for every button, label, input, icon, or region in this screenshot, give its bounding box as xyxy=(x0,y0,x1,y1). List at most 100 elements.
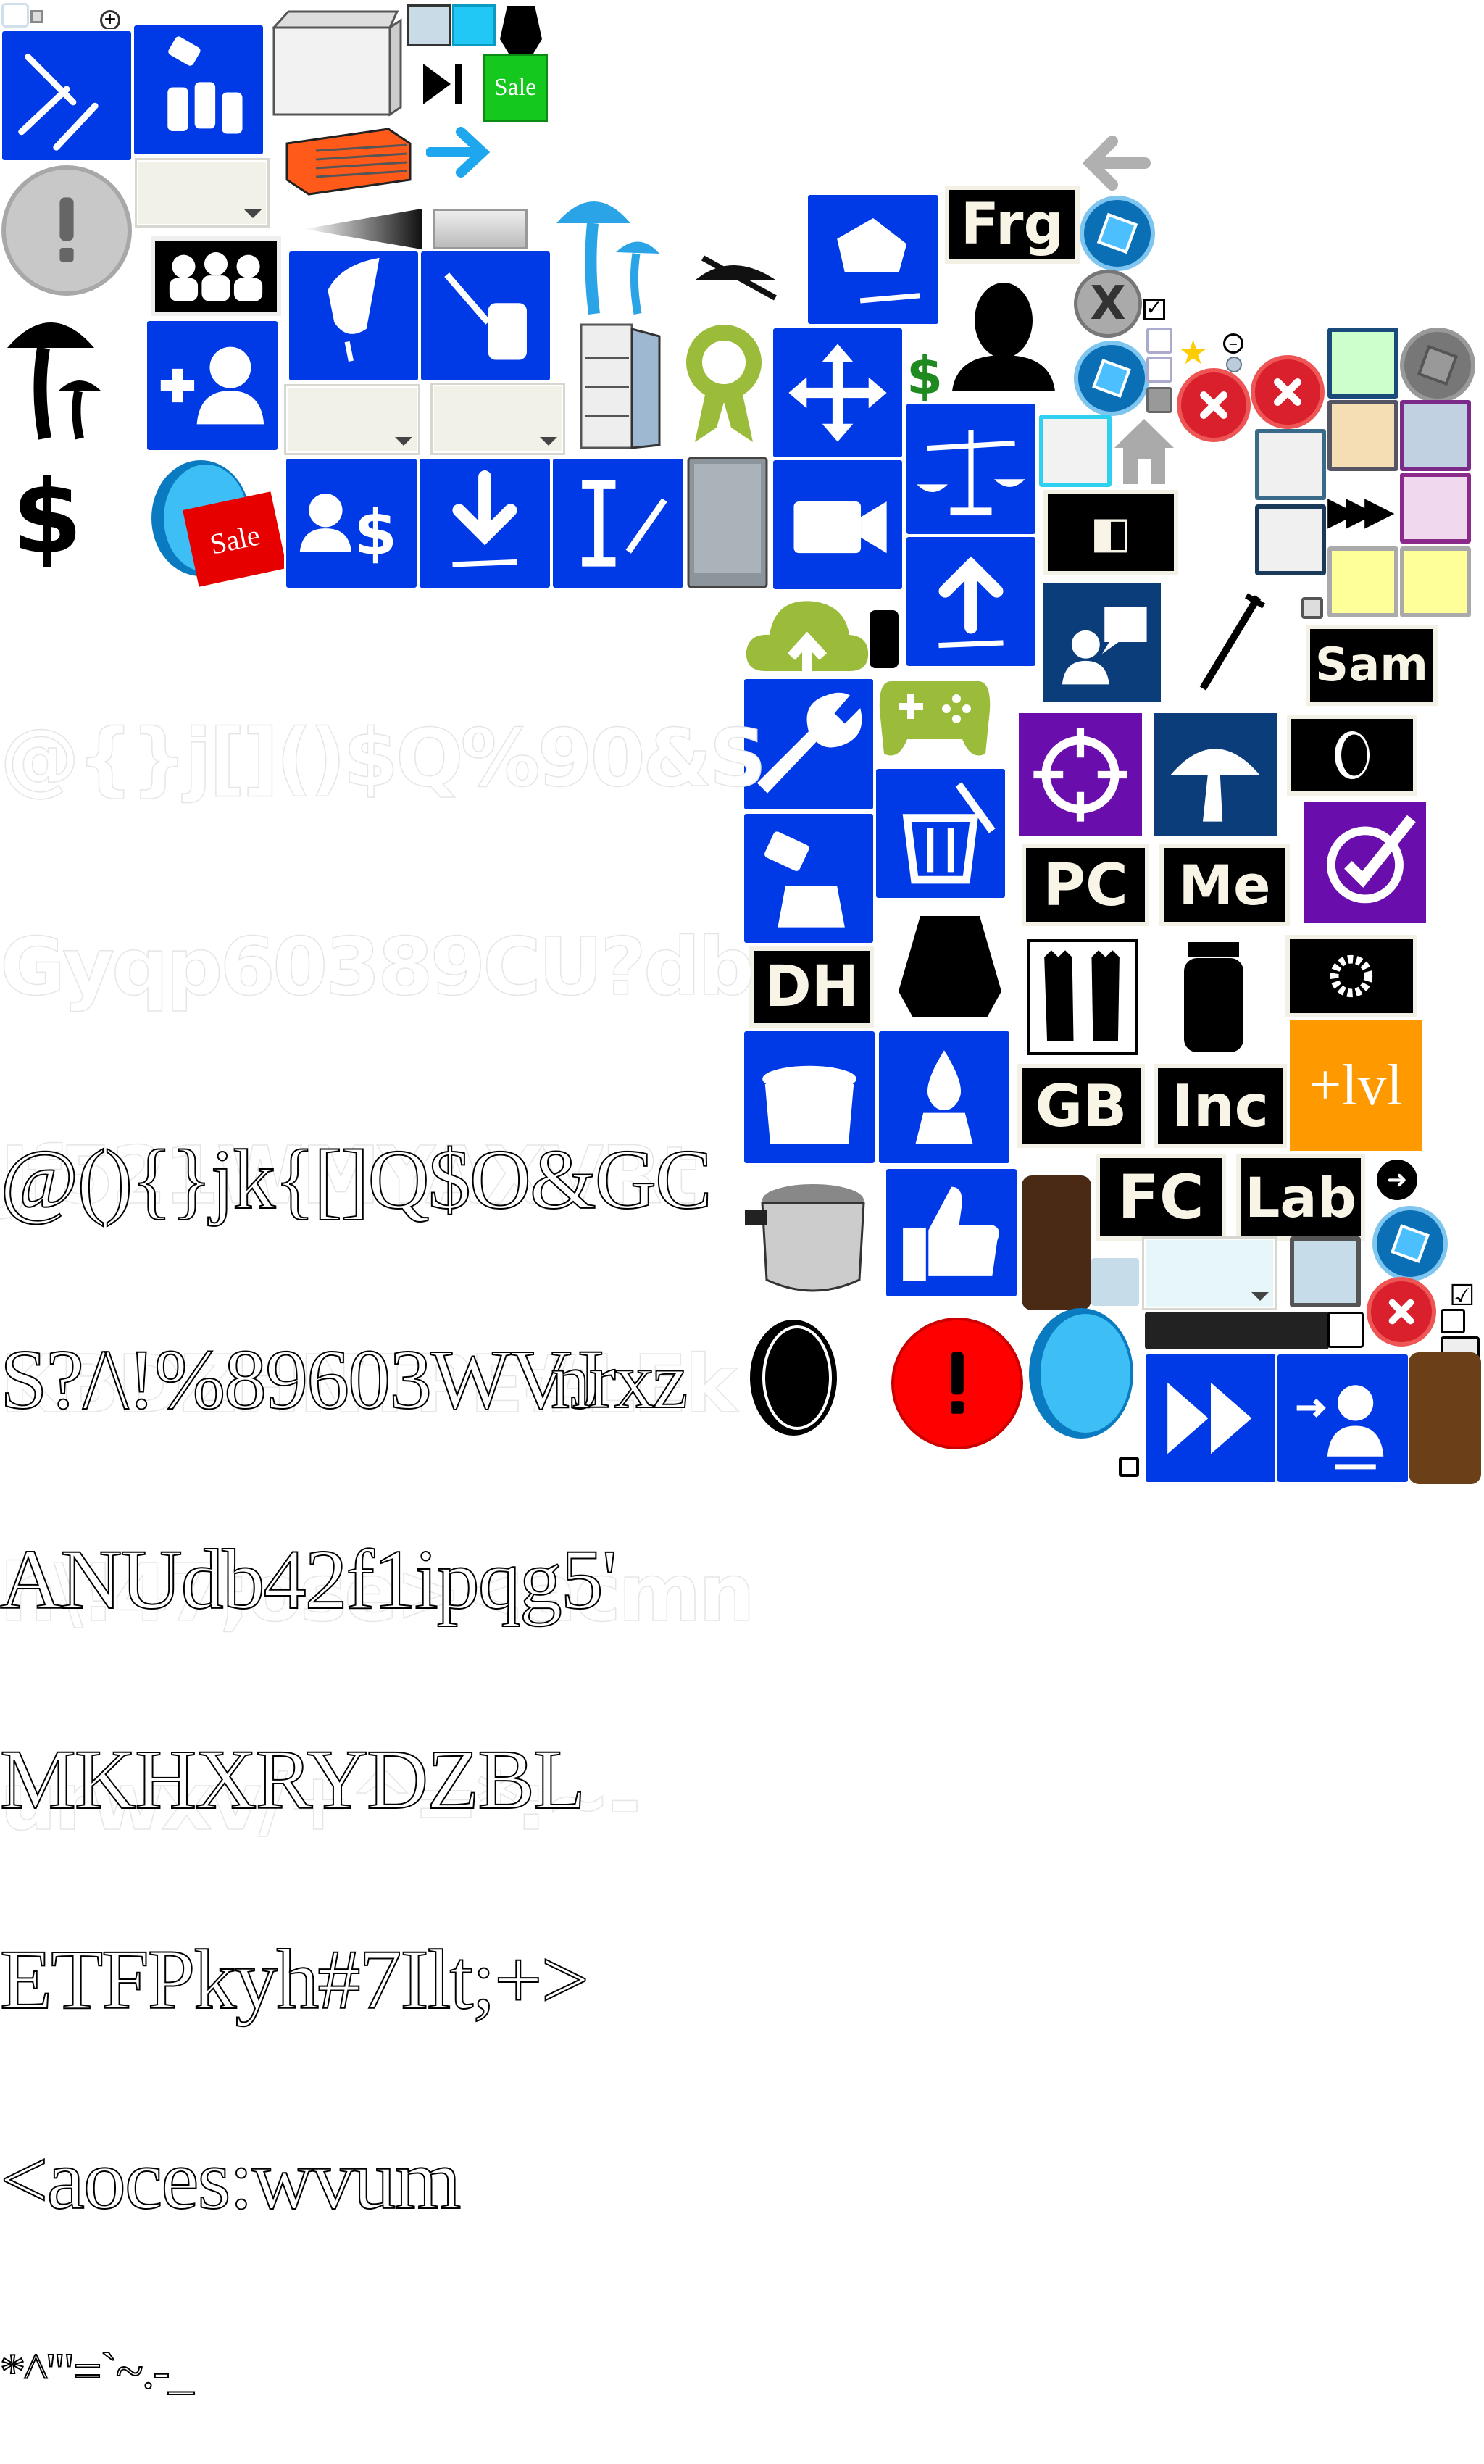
glyph-outline-row-7: *^'"=`~.-_ xyxy=(0,2344,195,2400)
close-red-icon-3[interactable] xyxy=(1367,1277,1436,1347)
fridge-icon xyxy=(578,322,664,452)
checkbox-5[interactable] xyxy=(1441,1309,1465,1333)
coin-black-large-icon xyxy=(746,1316,841,1439)
dollar-icon: $ xyxy=(12,459,83,577)
scale-icon[interactable] xyxy=(904,401,1038,536)
checkbox-7[interactable] xyxy=(1119,1457,1139,1477)
swatch-gray-blue xyxy=(1290,1236,1361,1307)
dark-bar xyxy=(1145,1312,1329,1349)
upload-syringe-icon[interactable] xyxy=(904,535,1038,668)
arrow-right-icon[interactable] xyxy=(425,125,491,180)
glyph-outline-row-3: ANUdb42f1ipqg5' xyxy=(0,1532,618,1627)
checkbox-checked-icon[interactable]: ✓ xyxy=(1143,298,1165,320)
dropdown-combo-1[interactable] xyxy=(135,158,270,228)
label-gb: GB xyxy=(1017,1064,1145,1148)
small-square-icon xyxy=(30,10,43,23)
user-transfer-icon[interactable] xyxy=(1275,1352,1410,1484)
swatch-blue-gray xyxy=(1400,400,1471,471)
anti-mushroom-icon xyxy=(688,251,790,303)
glyph-extra: nrxz xyxy=(550,1336,688,1425)
next-icon[interactable]: ➜ xyxy=(1377,1160,1417,1200)
dehydrator-icon xyxy=(280,122,417,201)
coin-blue-icon[interactable] xyxy=(1025,1304,1138,1442)
jars-icon[interactable] xyxy=(132,23,265,157)
label-sam: Sam xyxy=(1306,625,1438,706)
target-check-icon[interactable] xyxy=(1304,802,1426,923)
checkbox-checked-2[interactable]: ☑ xyxy=(1449,1281,1478,1310)
alert-red-icon[interactable] xyxy=(891,1318,1023,1449)
text-syringe-icon[interactable] xyxy=(551,457,685,590)
glyph-outline-row-6: <aoces:wvum xyxy=(0,2132,462,2227)
frame-cyan xyxy=(1039,415,1112,487)
swatch-yellow-2 xyxy=(1400,546,1471,617)
gear-icon[interactable] xyxy=(1285,935,1417,1017)
gloves-icon xyxy=(1027,939,1138,1055)
gradient-bar xyxy=(304,209,422,249)
dropdown-combo-4[interactable] xyxy=(1142,1236,1277,1310)
alert-icon[interactable] xyxy=(1,165,132,296)
jar-icon xyxy=(1181,939,1246,1055)
move-icon[interactable] xyxy=(771,326,904,459)
mushroom-white-icon[interactable] xyxy=(1154,713,1277,836)
trash-icon[interactable] xyxy=(874,767,1007,900)
svg-text:$: $ xyxy=(354,498,397,570)
back-arrow-icon[interactable] xyxy=(1080,130,1152,196)
syringes-icon[interactable] xyxy=(0,29,133,162)
gamepad-icon[interactable] xyxy=(877,667,993,768)
checkbox-2[interactable] xyxy=(1146,357,1172,383)
syringe-icon xyxy=(1188,587,1268,703)
close-red-icon-1[interactable] xyxy=(1177,368,1251,442)
close-red-icon-2[interactable] xyxy=(1251,355,1325,429)
sale-green-badge: Sale xyxy=(483,54,548,122)
drop-icon[interactable] xyxy=(877,1029,1012,1165)
fast-forward-icon[interactable] xyxy=(1143,1352,1278,1484)
grain-jar-icon xyxy=(1022,1175,1091,1310)
glyph-outline-row-4: MKHXRYDZBL xyxy=(0,1732,586,1827)
settings-gray-icon[interactable] xyxy=(1400,328,1475,403)
thumbs-up-icon[interactable] xyxy=(884,1167,1019,1299)
checkbox-4[interactable] xyxy=(1327,1312,1364,1348)
home-icon[interactable] xyxy=(1112,415,1177,487)
checkbox-3[interactable] xyxy=(1146,387,1172,413)
move-camera-icon[interactable] xyxy=(771,458,904,591)
user-black-icon xyxy=(949,278,1058,393)
cap-black-small-icon xyxy=(499,3,543,59)
settings-icon[interactable] xyxy=(1080,196,1155,271)
star-icon: ★ xyxy=(1178,333,1209,372)
hand-pick-icon[interactable] xyxy=(287,249,420,383)
user-dollar-icon[interactable]: $ xyxy=(284,457,419,590)
cloud-upload-icon[interactable] xyxy=(743,591,871,678)
settings-icon-2[interactable] xyxy=(1074,341,1149,416)
dropdown-combo-2[interactable] xyxy=(284,384,420,455)
dollar-green-icon: $ xyxy=(906,345,943,406)
add-user-icon[interactable] xyxy=(145,319,280,452)
label-lab: Lab xyxy=(1236,1154,1365,1241)
target-icon[interactable] xyxy=(1019,713,1142,836)
pot-icon[interactable] xyxy=(742,1029,877,1165)
dropdown-combo-3[interactable] xyxy=(430,383,565,455)
cap-blue-icon[interactable] xyxy=(806,193,941,326)
skip-icon[interactable] xyxy=(419,58,471,110)
glyph-outline-row-1: @(){}jk{[]Q$O&GC xyxy=(0,1132,713,1227)
pressure-cooker-icon xyxy=(743,1164,874,1302)
label-frg: Frg xyxy=(945,186,1080,264)
checkbox-1[interactable] xyxy=(1146,328,1172,354)
fast-forward-icon-small[interactable]: ▶▶▶ xyxy=(1327,487,1398,535)
award-icon xyxy=(677,319,771,449)
user-chat-icon[interactable] xyxy=(1043,583,1161,702)
group-icon[interactable] xyxy=(151,236,281,316)
settings-icon-3[interactable] xyxy=(1372,1206,1448,1281)
glyph-faint-row-2: Gyqp60389CU?db xyxy=(0,920,755,1013)
label-dh: DH xyxy=(749,946,874,1028)
minus-icon[interactable]: − xyxy=(1223,333,1243,354)
download-syringe-icon[interactable] xyxy=(417,457,552,590)
small-frame-icon xyxy=(1,3,29,28)
progress-bar xyxy=(433,209,528,249)
pour-icon[interactable] xyxy=(742,812,875,945)
small-checkbox-icon[interactable] xyxy=(1301,597,1323,619)
close-gray-icon[interactable]: X xyxy=(1074,270,1142,338)
swatch-light-blue xyxy=(1091,1258,1139,1306)
mini-fridge-icon xyxy=(684,454,771,591)
syringe-jar-icon[interactable] xyxy=(419,249,552,383)
mushroom-blue-icon xyxy=(551,187,681,317)
